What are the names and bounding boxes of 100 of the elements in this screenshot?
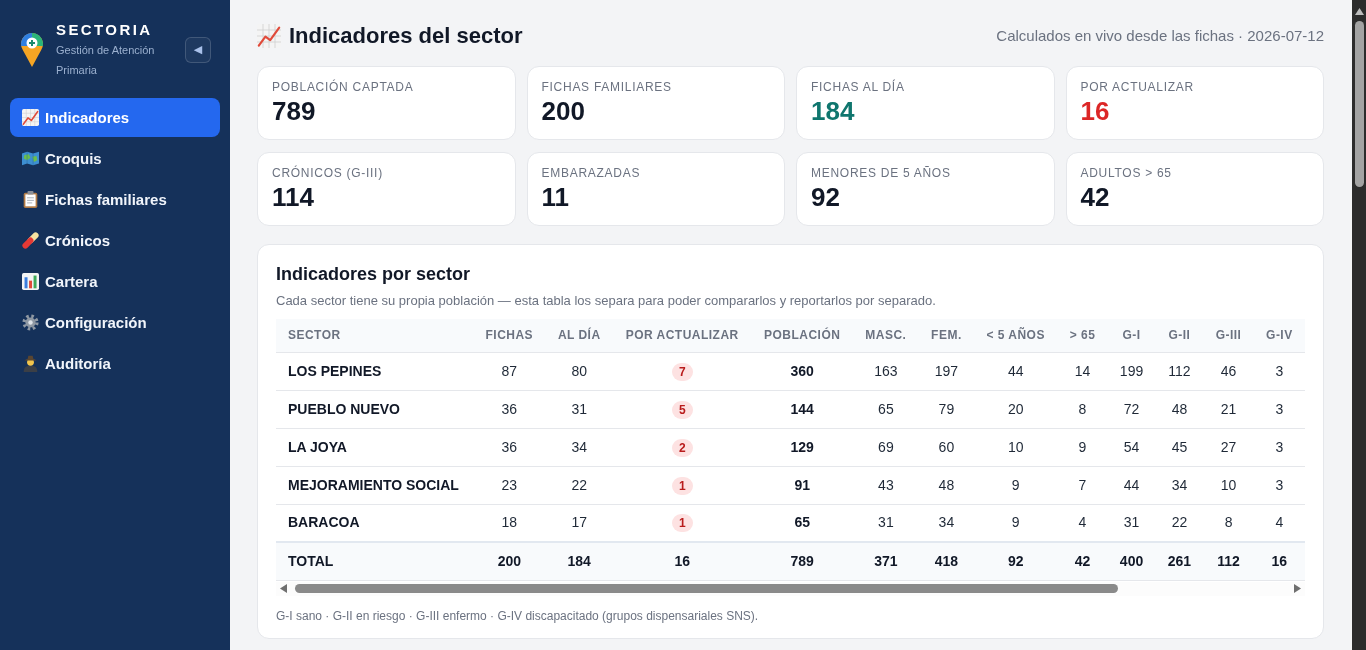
table-cell: 9	[1057, 428, 1108, 466]
table-cell: 72	[1107, 390, 1156, 428]
nav-item[interactable]: Indicadores	[10, 98, 220, 137]
table-cell: 46	[1203, 352, 1254, 390]
line-chart-icon	[257, 24, 281, 48]
column-header: MASC.	[852, 319, 919, 352]
stat-label: CRÓNICOS (G-III)	[272, 165, 384, 181]
table-cell: 87	[473, 352, 546, 390]
table-cell: 3	[1253, 466, 1305, 504]
nav-item[interactable]: Cartera	[10, 262, 220, 301]
table-cell: 44	[974, 352, 1058, 390]
total-cell: 371	[852, 542, 919, 580]
table-cell: 3	[1253, 390, 1305, 428]
column-header: AL DÍA	[545, 319, 613, 352]
nav-item[interactable]: Configuración	[10, 303, 220, 342]
table-cell: 163	[852, 352, 919, 390]
table-cell: 360	[751, 352, 853, 390]
stat-value: 114	[272, 182, 315, 213]
stat-value: 789	[272, 96, 317, 127]
stat-value: 42	[1080, 182, 1111, 213]
app-subtitle: Gestión de Atención Primaria	[56, 43, 156, 78]
column-header: FEM.	[918, 319, 974, 352]
pending-badge: 5	[671, 400, 693, 419]
pending-badge: 1	[671, 514, 693, 533]
stat-value: 184	[811, 96, 856, 127]
stat-value: 92	[811, 182, 841, 213]
table-cell: 10	[974, 428, 1058, 466]
table-cell: 91	[751, 466, 853, 504]
table-cell: 14	[1057, 352, 1108, 390]
total-cell: 92	[974, 542, 1058, 580]
table-cell: LOS PEPINES	[276, 352, 474, 390]
table-cell: 44	[1107, 466, 1156, 504]
stat-value: 16	[1080, 96, 1111, 127]
table-cell: 7	[1057, 466, 1108, 504]
table-cell: 23	[473, 466, 546, 504]
total-cell: TOTAL	[276, 542, 474, 580]
total-cell: 789	[751, 542, 853, 580]
nav-item[interactable]: Auditoría	[10, 344, 220, 383]
pending-badge: 2	[671, 438, 693, 457]
gear-icon	[22, 314, 39, 331]
table-cell: 65	[852, 390, 919, 428]
total-cell: 200	[473, 542, 546, 580]
person-with-hat-icon	[22, 355, 39, 372]
table-cell: 20	[974, 390, 1058, 428]
app-title: SECTORIA	[56, 20, 154, 40]
column-header: POR ACTUALIZAR	[612, 319, 752, 352]
pending-badge: 7	[671, 362, 693, 381]
column-header: > 65	[1057, 319, 1108, 352]
column-header: < 5 AÑOS	[974, 319, 1058, 352]
table-cell: 22	[545, 466, 613, 504]
stat-value: 200	[541, 96, 586, 127]
bar-chart-icon	[22, 273, 39, 290]
table-cell: PUEBLO NUEVO	[276, 390, 474, 428]
column-header: FICHAS	[473, 319, 546, 352]
pending-badge: 1	[671, 476, 693, 495]
nav-item[interactable]: Croquis	[10, 139, 220, 178]
nav-item[interactable]: Fichas familiares	[10, 180, 220, 219]
total-cell: 184	[545, 542, 613, 580]
table-cell: 3	[1253, 352, 1305, 390]
table-cell: 144	[751, 390, 853, 428]
line-chart-icon	[22, 109, 39, 126]
table-cell: 112	[1155, 352, 1204, 390]
table-cell: 129	[751, 428, 853, 466]
table-cell: 197	[918, 352, 974, 390]
scroll-up-icon[interactable]	[1354, 8, 1364, 15]
page-title: Indicadores del sector	[289, 22, 523, 50]
table-cell: MEJORAMIENTO SOCIAL	[276, 466, 474, 504]
table-cell: 60	[918, 428, 974, 466]
stat-label: POR ACTUALIZAR	[1080, 79, 1195, 95]
table-cell: 27	[1203, 428, 1254, 466]
stat-label: FICHAS FAMILIARES	[541, 79, 673, 95]
table-cell: 9	[974, 466, 1058, 504]
pill-icon	[22, 232, 39, 249]
table-cell: 36	[473, 428, 546, 466]
vertical-scrollbar[interactable]	[1352, 0, 1366, 650]
total-cell: 400	[1107, 542, 1156, 580]
total-cell: 42	[1057, 542, 1108, 580]
table-cell: 34	[545, 428, 613, 466]
column-header: G-III	[1203, 319, 1254, 352]
table-cell: 79	[918, 390, 974, 428]
scroll-right-icon[interactable]	[1294, 584, 1301, 593]
scrollbar-thumb[interactable]	[295, 584, 1119, 593]
nav-item[interactable]: Crónicos	[10, 221, 220, 260]
map-icon	[22, 150, 39, 167]
total-cell: 261	[1155, 542, 1204, 580]
table-cell: 21	[1203, 390, 1254, 428]
stat-label: EMBARAZADAS	[541, 165, 642, 181]
table-cell: 199	[1107, 352, 1156, 390]
table-cell: 48	[918, 466, 974, 504]
column-header: G-I	[1107, 319, 1156, 352]
stat-label: POBLACIÓN CAPTADA	[272, 79, 415, 95]
scrollbar-thumb[interactable]	[1354, 21, 1364, 187]
stat-value: 11	[541, 182, 570, 213]
column-header: POBLACIÓN	[751, 319, 853, 352]
stat-label: ADULTOS > 65	[1080, 165, 1173, 181]
collapse-button[interactable]: ◀	[185, 37, 211, 63]
scroll-left-icon[interactable]	[280, 584, 287, 593]
table-cell: 80	[545, 352, 613, 390]
column-header: G-II	[1155, 319, 1204, 352]
table-cell: LA JOYA	[276, 428, 474, 466]
